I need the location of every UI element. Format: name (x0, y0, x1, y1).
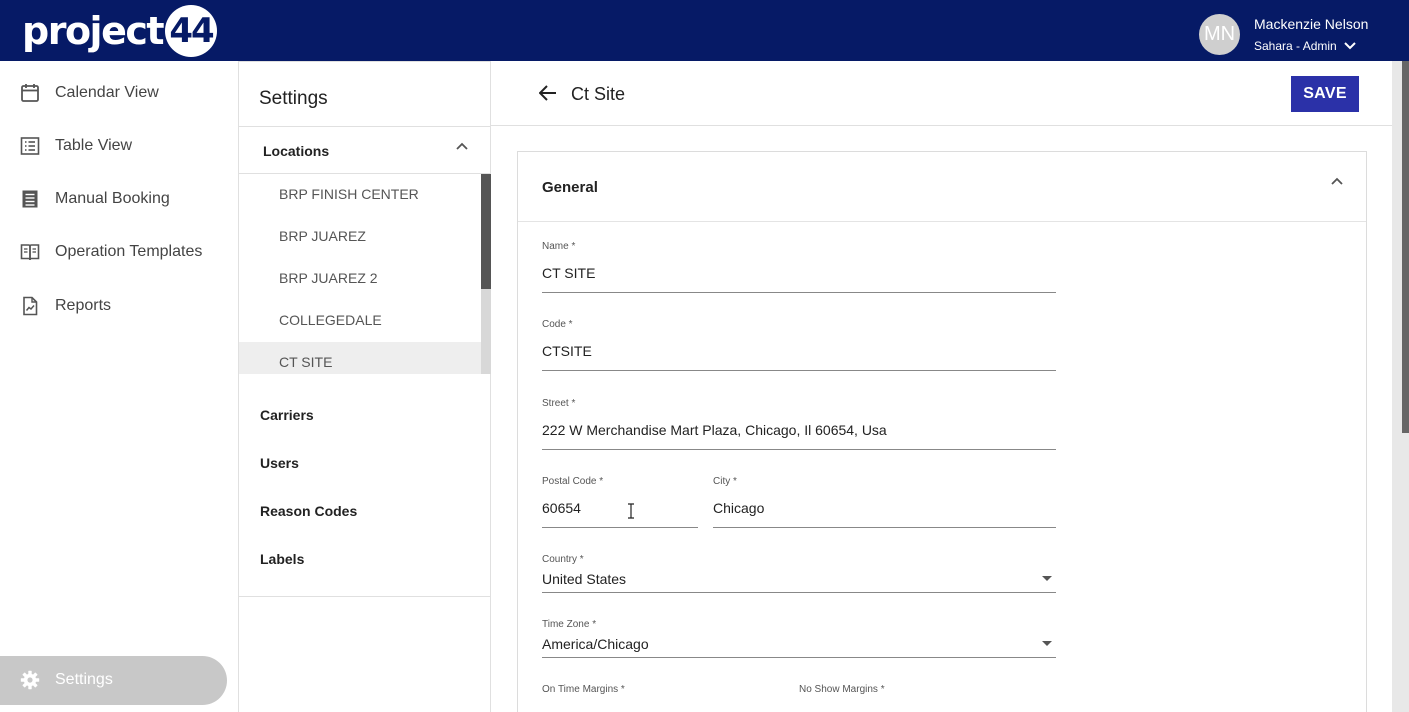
page-scrollbar-thumb[interactable] (1402, 61, 1409, 433)
settings-item-reason-codes[interactable]: Reason Codes (260, 503, 357, 519)
nav-label: Table View (55, 137, 133, 154)
card-title: General (542, 179, 598, 196)
field-underline (542, 370, 1056, 371)
table-list-icon (20, 137, 40, 155)
nav-label: Manual Booking (55, 190, 170, 207)
nav-item-manual-booking[interactable]: Manual Booking (0, 179, 238, 219)
top-bar: project 44 MN Mackenzie Nelson Sahara - … (0, 0, 1409, 61)
name-label: Name * (542, 241, 576, 252)
user-role-label: Sahara - Admin (1254, 39, 1337, 53)
calendar-icon (21, 84, 39, 102)
gear-icon (20, 670, 40, 690)
city-field[interactable]: Chicago (713, 500, 764, 516)
locations-header[interactable]: Locations (263, 143, 329, 159)
booking-icon (22, 190, 38, 208)
country-label: Country * (542, 554, 584, 565)
chevron-down-icon (1344, 42, 1356, 50)
avatar[interactable]: MN (1199, 14, 1240, 55)
settings-panel-filler (238, 597, 491, 712)
country-select[interactable]: United States (542, 571, 626, 587)
field-underline (713, 527, 1056, 528)
street-field[interactable]: 222 W Merchandise Mart Plaza, Chicago, I… (542, 422, 887, 438)
dropdown-caret-icon[interactable] (1042, 641, 1052, 646)
code-field[interactable]: CTSITE (542, 343, 592, 359)
project44-logo[interactable]: project 44 (22, 4, 218, 58)
no-show-margins-label: No Show Margins * (799, 684, 885, 695)
logo-text: project (22, 9, 165, 53)
nav-item-table-view[interactable]: Table View (0, 126, 238, 166)
list-item[interactable]: BRP JUAREZ (239, 220, 481, 252)
general-card: General Name * CT SITE Code * CTSITE Str… (517, 151, 1367, 712)
field-underline (542, 657, 1056, 658)
settings-item-carriers[interactable]: Carriers (260, 407, 314, 423)
chevron-up-icon[interactable] (1331, 176, 1343, 188)
locations-scrollbar-thumb[interactable] (481, 174, 491, 289)
save-button[interactable]: SAVE (1291, 76, 1359, 112)
nav-item-settings[interactable]: Settings (0, 656, 227, 705)
postal-code-field[interactable]: 60654 (542, 500, 581, 516)
street-label: Street * (542, 398, 576, 409)
locations-list: BRP FINISH CENTER BRP JUAREZ BRP JUAREZ … (239, 174, 491, 374)
nav-label: Calendar View (55, 84, 159, 101)
list-item[interactable]: BRP JUAREZ 2 (239, 262, 481, 294)
left-navigation: Calendar View Table View Manual Booking … (0, 61, 238, 712)
nav-item-calendar-view[interactable]: Calendar View (0, 73, 238, 113)
timezone-label: Time Zone * (542, 619, 597, 630)
settings-item-users[interactable]: Users (260, 455, 299, 471)
text-cursor-icon (628, 503, 634, 519)
name-field[interactable]: CT SITE (542, 265, 595, 281)
field-underline (542, 527, 698, 528)
settings-title: Settings (259, 88, 328, 109)
nav-label: Reports (55, 297, 112, 314)
nav-label: Operation Templates (55, 243, 203, 260)
report-icon (23, 296, 38, 316)
field-underline (542, 592, 1056, 593)
timezone-select[interactable]: America/Chicago (542, 636, 649, 652)
page-header: Ct Site SAVE (491, 61, 1392, 126)
field-underline (542, 292, 1056, 293)
list-item[interactable]: BRP FINISH CENTER (239, 178, 481, 210)
divider (239, 126, 490, 127)
dropdown-caret-icon[interactable] (1042, 576, 1052, 581)
logo-number: 44 (165, 5, 218, 57)
field-underline (542, 449, 1056, 450)
chevron-up-icon[interactable] (456, 141, 468, 153)
settings-item-labels[interactable]: Labels (260, 551, 304, 567)
user-name[interactable]: Mackenzie Nelson (1254, 16, 1368, 32)
postal-code-label: Postal Code * (542, 476, 604, 487)
city-label: City * (713, 476, 737, 487)
on-time-margins-label: On Time Margins * (542, 684, 625, 695)
nav-label: Settings (55, 671, 113, 688)
code-label: Code * (542, 319, 573, 330)
nav-item-operation-templates[interactable]: Operation Templates (0, 232, 238, 272)
list-item-active[interactable]: CT SITE (239, 342, 481, 374)
page-title: Ct Site (571, 84, 626, 104)
back-arrow-icon[interactable] (539, 85, 557, 101)
divider (518, 221, 1366, 222)
nav-item-reports[interactable]: Reports (0, 286, 238, 326)
book-icon (20, 244, 40, 261)
user-role-menu[interactable]: Sahara - Admin (1254, 39, 1356, 53)
list-item[interactable]: COLLEGEDALE (239, 304, 481, 336)
settings-panel: Settings Locations BRP FINISH CENTER BRP… (238, 61, 491, 597)
